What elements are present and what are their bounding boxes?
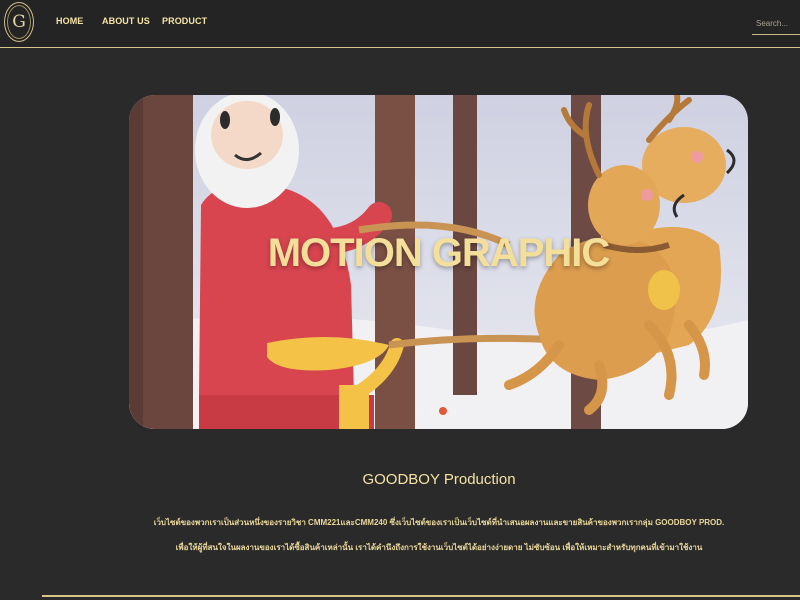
nav-product-link[interactable]: PRODUCT: [162, 16, 207, 26]
logo-monogram: G: [12, 11, 26, 32]
section-title: GOODBOY Production: [362, 471, 516, 488]
description-line-2: เพื่อให้ผู้ที่สนใจในผลงานของเราได้ซื้อสิ…: [175, 543, 703, 552]
brand-logo[interactable]: G: [4, 2, 34, 42]
navbar: G HOME ABOUT US PRODUCT: [0, 0, 800, 48]
slide-dot-2[interactable]: [428, 407, 436, 415]
hero-slider: MOTION GRAPHIC: [129, 95, 748, 429]
search-input[interactable]: [752, 13, 800, 35]
description-line-1: เว็บไซต์ของพวกเราเป็นส่วนหนึ่งของรายวิชา…: [153, 518, 725, 527]
slide-dot-1[interactable]: [417, 407, 425, 415]
slide-dot-3[interactable]: [439, 407, 447, 415]
slide-dot-4[interactable]: [450, 407, 458, 415]
bottom-divider: [42, 595, 800, 597]
slide-indicators: [417, 407, 458, 417]
nav-about-link[interactable]: ABOUT US: [102, 16, 150, 26]
hero-title: MOTION GRAPHIC: [267, 231, 611, 275]
nav-home-link[interactable]: HOME: [56, 16, 83, 26]
